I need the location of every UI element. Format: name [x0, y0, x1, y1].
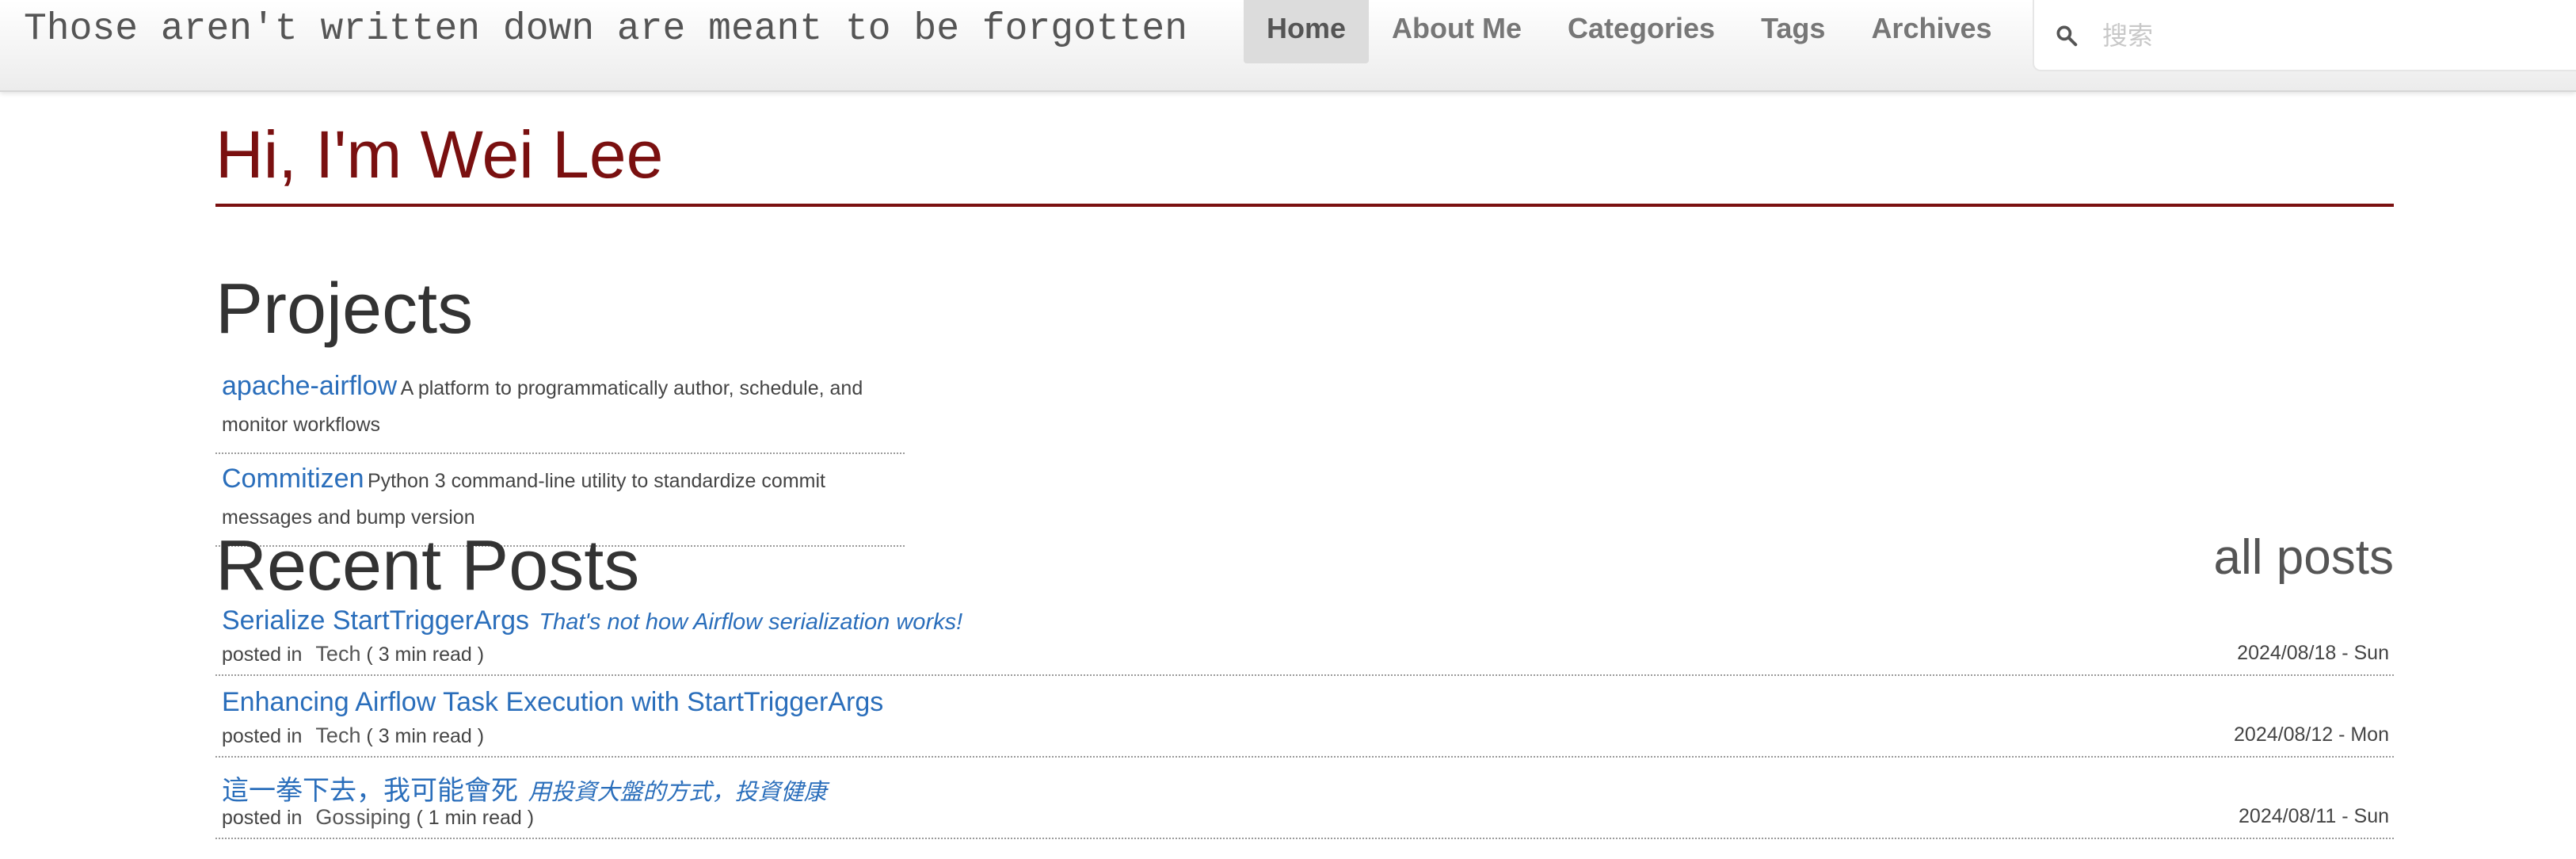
projects-heading: Projects: [215, 269, 474, 349]
post-date: 2024/08/18 - Sun: [2237, 642, 2389, 664]
top-navbar: Those aren't written down are meant to b…: [0, 0, 2576, 92]
posted-in-label: posted in: [222, 807, 303, 829]
search-box: [2033, 0, 2576, 71]
all-posts-link[interactable]: all posts: [2214, 529, 2394, 586]
post-list: Serialize StartTriggerArgs That's not ho…: [215, 594, 2394, 839]
post-date: 2024/08/12 - Mon: [2234, 723, 2389, 746]
project-link-apache-airflow[interactable]: apache-airflow: [222, 371, 397, 401]
recent-posts-heading: Recent Posts: [215, 526, 640, 605]
project-link-commitizen[interactable]: Commitizen: [222, 464, 364, 494]
post-read-time: ( 1 min read ): [416, 807, 535, 829]
site-title[interactable]: Those aren't written down are meant to b…: [24, 8, 1187, 51]
search-input[interactable]: [2101, 14, 2547, 57]
nav-item-home[interactable]: Home: [1244, 0, 1370, 63]
post-subtitle: 用投資大盤的方式，投資健康: [528, 780, 827, 805]
page-title: Hi, I'm Wei Lee: [215, 117, 664, 192]
main-nav: Home About Me Categories Tags Archives: [1244, 0, 2015, 63]
post-read-time: ( 3 min read ): [366, 725, 485, 747]
post-title-link[interactable]: 這一拳下去，我可能會死: [222, 776, 518, 806]
post-date: 2024/08/11 - Sun: [2239, 805, 2389, 827]
post-category-link[interactable]: Tech: [315, 723, 360, 747]
project-list: apache-airflow A platform to programmati…: [215, 361, 905, 547]
post-item: Enhancing Airflow Task Execution with St…: [215, 676, 2394, 758]
nav-item-tags[interactable]: Tags: [1738, 0, 1848, 63]
posted-in-label: posted in: [222, 643, 303, 666]
post-item: Serialize StartTriggerArgs That's not ho…: [215, 594, 2394, 676]
search-icon[interactable]: [2055, 24, 2079, 48]
post-subtitle: That's not how Airflow serialization wor…: [539, 609, 963, 635]
post-title-link[interactable]: Serialize StartTriggerArgs: [222, 605, 529, 636]
intro-header: Hi, I'm Wei Lee: [215, 115, 2394, 207]
nav-item-about-me[interactable]: About Me: [1369, 0, 1545, 63]
post-category-link[interactable]: Tech: [315, 642, 360, 666]
nav-item-archives[interactable]: Archives: [1848, 0, 2014, 63]
post-category-link[interactable]: Gossiping: [315, 805, 410, 829]
project-item: apache-airflow A platform to programmati…: [215, 361, 905, 454]
nav-item-categories[interactable]: Categories: [1545, 0, 1738, 63]
post-read-time: ( 3 min read ): [366, 643, 485, 666]
posted-in-label: posted in: [222, 725, 303, 747]
post-title-link[interactable]: Enhancing Airflow Task Execution with St…: [222, 687, 883, 717]
post-item: 這一拳下去，我可能會死 用投資大盤的方式，投資健康 posted in Goss…: [215, 758, 2394, 839]
